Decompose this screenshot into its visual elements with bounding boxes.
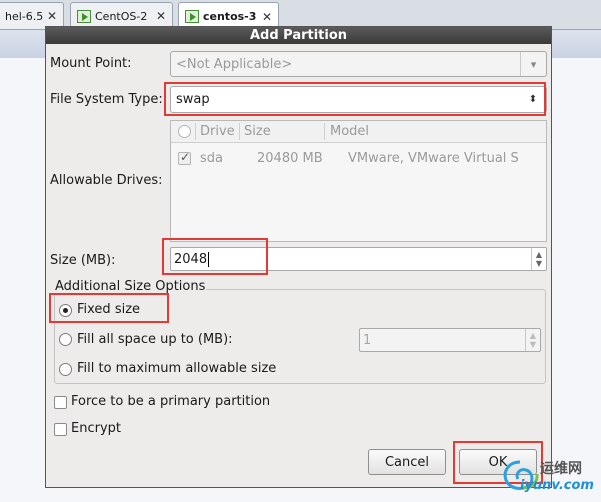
add-partition-dialog: Add Partition Mount Point: <Not Applicab… — [45, 26, 552, 488]
file-system-type-value: swap — [176, 92, 210, 107]
updown-icon: ⬍ — [528, 94, 538, 105]
allowable-drives-label: Allowable Drives: — [50, 173, 163, 188]
mount-point-label: Mount Point: — [50, 56, 132, 71]
drive-name: sda — [200, 151, 223, 166]
watermark-logo: 运维网 iyunv.com — [496, 456, 600, 496]
chevron-down-icon: ▾ — [520, 52, 546, 76]
fixed-size-radio[interactable] — [59, 304, 72, 317]
size-spinbutton[interactable]: 2048 ▲ ▼ — [170, 247, 547, 271]
spin-arrows-icon[interactable]: ▲ ▼ — [525, 329, 540, 351]
tab-label: hel-6.5 — [5, 9, 44, 23]
mount-point-combo[interactable]: <Not Applicable> ▾ — [170, 51, 547, 77]
table-header: Drive Size Model — [171, 121, 546, 143]
fill-up-to-radio[interactable] — [59, 333, 72, 346]
fill-max-label[interactable]: Fill to maximum allowable size — [77, 361, 276, 376]
close-icon[interactable]: ✕ — [262, 10, 272, 24]
drive-model: VMware, VMware Virtual S — [348, 151, 519, 166]
close-icon[interactable]: ✕ — [156, 9, 166, 23]
tab-centos-2[interactable]: CentOS-2 ✕ — [70, 2, 173, 29]
fixed-size-label[interactable]: Fixed size — [77, 302, 140, 317]
fill-up-to-label[interactable]: Fill all space up to (MB): — [77, 332, 233, 347]
close-icon[interactable]: ✕ — [47, 9, 57, 23]
fill-up-to-spinbutton[interactable]: 1 ▲ ▼ — [359, 328, 541, 352]
spin-arrows-icon[interactable]: ▲ ▼ — [531, 248, 546, 270]
watermark-cn: 运维网 — [540, 461, 582, 477]
watermark-url: iyunv.com — [520, 478, 594, 493]
tab-label: CentOS-2 — [95, 9, 148, 23]
fill-up-to-value: 1 — [363, 332, 372, 348]
additional-size-options-legend: Additional Size Options — [54, 279, 207, 294]
dialog-title: Add Partition — [46, 27, 551, 44]
vm-icon — [77, 9, 91, 23]
column-drive[interactable]: Drive — [200, 124, 235, 139]
cancel-button[interactable]: Cancel — [368, 449, 446, 475]
allowable-drives-table[interactable]: Drive Size Model sda 20480 MB VMware, VM… — [170, 120, 547, 242]
size-value: 2048 — [174, 251, 208, 267]
column-size[interactable]: Size — [244, 124, 271, 139]
encrypt-label[interactable]: Encrypt — [71, 421, 121, 436]
size-label: Size (MB): — [50, 253, 116, 268]
encrypt-checkbox[interactable] — [54, 423, 67, 436]
drive-size: 20480 MB — [257, 151, 323, 166]
force-primary-label[interactable]: Force to be a primary partition — [71, 394, 270, 409]
vm-icon — [185, 10, 199, 23]
tab-hel-6-5[interactable]: hel-6.5 ✕ — [0, 2, 64, 29]
drive-checkbox[interactable] — [178, 150, 191, 165]
cancel-button-label: Cancel — [384, 454, 430, 470]
tab-label: centos-3 — [203, 10, 257, 23]
file-system-type-label: File System Type: — [50, 92, 163, 107]
fill-max-radio[interactable] — [59, 363, 72, 376]
file-system-type-combo[interactable]: swap ⬍ — [170, 86, 547, 113]
mount-point-value: <Not Applicable> — [176, 56, 293, 72]
force-primary-checkbox[interactable] — [54, 396, 67, 409]
column-model[interactable]: Model — [330, 124, 369, 139]
select-all-radio[interactable] — [178, 125, 191, 138]
